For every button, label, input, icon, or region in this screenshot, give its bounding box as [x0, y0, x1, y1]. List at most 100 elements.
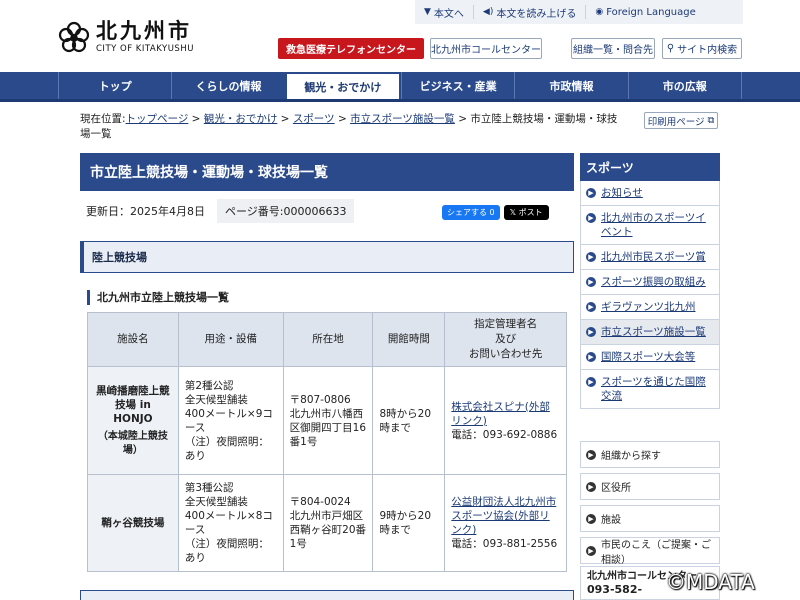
- breadcrumb-separator: >: [188, 113, 204, 125]
- read-aloud-label: 本文を読み上げる: [496, 8, 577, 20]
- facebook-share-button[interactable]: シェアする 0: [442, 205, 500, 220]
- nav-living[interactable]: くらしの情報: [171, 72, 284, 99]
- share-buttons: シェアする 0 𝕏 ポスト: [442, 205, 549, 220]
- breadcrumb-separator: >: [277, 113, 293, 125]
- breadcrumb-prefix: 現在位置:: [80, 113, 126, 125]
- arrow-right-icon: ▶: [586, 514, 596, 524]
- logo-text-jp: 北九州市: [96, 19, 192, 43]
- sidebar-heading: スポーツ: [580, 153, 720, 181]
- arrow-right-icon: ▶: [586, 482, 596, 492]
- facility-name-cell: 鞘ヶ谷競技場: [87, 474, 179, 572]
- foreign-language-link[interactable]: ◉ Foreign Language: [586, 5, 704, 19]
- skip-to-content-link[interactable]: ▼ 本文へ: [415, 5, 474, 20]
- hours-cell: 9時から20時まで: [372, 474, 446, 572]
- address-cell: 〒804-0024 北九州市戸畑区西鞘ヶ谷町20番1号: [282, 474, 374, 572]
- logo-text-en: CITY OF KITAKYUSHU: [96, 44, 194, 54]
- sidebar-item-label: スポーツ振興の取組み: [601, 276, 706, 288]
- page-title: 市立陸上競技場・運動場・球技場一覧: [80, 153, 574, 191]
- org-list-button[interactable]: 組織一覧・問合先: [571, 38, 655, 59]
- sidebar-item-label: 国際スポーツ大会等: [601, 351, 696, 363]
- hours-cell: 8時から20時まで: [372, 366, 446, 475]
- external-window-icon: ⧉: [707, 115, 715, 126]
- sidebar-link-facilities[interactable]: ▶ 施設: [580, 505, 720, 532]
- arrow-right-icon: ▶: [586, 302, 596, 312]
- site-logo[interactable]: 北九州市 CITY OF KITAKYUSHU: [58, 20, 194, 54]
- nav-tourism[interactable]: 観光・おでかけ: [284, 72, 401, 99]
- arrow-right-icon: ▶: [586, 188, 596, 198]
- col-header-hours: 開館時間: [372, 312, 446, 367]
- x-post-button[interactable]: 𝕏 ポスト: [503, 205, 549, 220]
- nav-business[interactable]: ビジネス・産業: [400, 72, 514, 99]
- sidebar-item-intl-events[interactable]: ▶ 国際スポーツ大会等: [580, 345, 720, 370]
- sidebar-link-citizen-voice[interactable]: ▶ 市民のこえ（ご提案・ご相談）: [580, 537, 720, 566]
- col-header-name: 施設名: [87, 312, 179, 367]
- read-aloud-link[interactable]: ◀) 本文を読み上げる: [474, 5, 587, 20]
- manager-link[interactable]: 株式会社スピナ(外部リンク): [451, 401, 550, 427]
- breadcrumb-link-facilities[interactable]: 市立スポーツ施設一覧: [350, 113, 455, 125]
- sidebar-item-label: 北九州市民スポーツ賞: [601, 251, 706, 263]
- arrow-right-icon: ▶: [586, 252, 596, 262]
- nav-public-relations[interactable]: 市の広報: [627, 72, 742, 99]
- sidebar-item-award[interactable]: ▶ 北九州市民スポーツ賞: [580, 245, 720, 270]
- call-center-button[interactable]: 北九州市コールセンター: [430, 38, 542, 59]
- sidebar-link-ward-office[interactable]: ▶ 区役所: [580, 473, 720, 500]
- sidebar-item-label: 市立スポーツ施設一覧: [601, 326, 706, 338]
- sidebar-link-label: 組織から探す: [601, 451, 661, 462]
- arrow-right-icon: ▶: [586, 377, 596, 387]
- col-header-use: 用途・設備: [177, 312, 284, 367]
- breadcrumb-separator: >: [334, 113, 351, 125]
- globe-icon: ◉: [595, 7, 604, 17]
- facility-table: 施設名 用途・設備 所在地 開館時間 指定管理者名 及び お問い合わせ先 黒崎播…: [87, 312, 567, 572]
- sidebar-item-label: ギラヴァンツ北九州: [601, 301, 696, 313]
- sidebar-item-label: 北九州市のスポーツイベント: [601, 212, 706, 238]
- nav-top[interactable]: トップ: [58, 72, 171, 99]
- subsection-heading: 北九州市立陸上競技場一覧: [87, 290, 229, 305]
- sidebar-item-label: スポーツを通じた国際交流: [601, 376, 706, 402]
- arrow-right-icon: ▶: [586, 352, 596, 362]
- sidebar-link-label: 市民のこえ（ご提案・ご相談）: [601, 539, 711, 566]
- skip-label: 本文へ: [433, 8, 464, 20]
- print-label: 印刷用ページ: [647, 116, 705, 128]
- sidebar-item-intl-exchange[interactable]: ▶ スポーツを通じた国際交流: [580, 370, 720, 409]
- foreign-language-label: Foreign Language: [606, 6, 696, 18]
- updated-date: 更新日：2025年4月8日: [86, 205, 205, 218]
- sidebar-item-news[interactable]: ▶ お知らせ: [580, 181, 720, 206]
- utility-bar: ▼ 本文へ ◀) 本文を読み上げる ◉ Foreign Language: [415, 0, 743, 24]
- page-number: ページ番号:000006633: [217, 199, 355, 223]
- site-search-button[interactable]: ⚲ サイト内検索: [662, 38, 742, 59]
- next-section-heading: [80, 590, 574, 600]
- breadcrumb-separator: >: [454, 113, 471, 125]
- sidebar-link-org-search[interactable]: ▶ 組織から探す: [580, 441, 720, 468]
- col-header-manager: 指定管理者名 及び お問い合わせ先: [444, 312, 567, 367]
- sidebar-link-label: 施設: [601, 515, 621, 526]
- sidebar: スポーツ ▶ お知らせ ▶ 北九州市のスポーツイベント ▶ 北九州市民スポーツ賞 ▶ ス…: [580, 153, 720, 409]
- facility-name: 黒崎播磨陸上競技場 in HONJO: [96, 384, 170, 425]
- manager-link[interactable]: 公益財団法人北九州市スポーツ協会(外部リンク): [451, 496, 556, 536]
- x-post-label: ポスト: [518, 208, 543, 217]
- sidebar-link-label: 区役所: [601, 483, 631, 494]
- facility-alt-name: （本城陸上競技場）: [97, 430, 168, 456]
- sidebar-item-giravanz[interactable]: ▶ ギラヴァンツ北九州: [580, 295, 720, 320]
- table-row: 鞘ヶ谷競技場 第3種公認 全天候型舗装 400メートル×8コース （注）夜間照明…: [87, 474, 567, 572]
- speaker-icon: ◀): [482, 7, 494, 17]
- use-cell: 第2種公認 全天候型舗装 400メートル×9コース （注）夜間照明：あり: [177, 366, 284, 475]
- x-logo-icon: 𝕏: [509, 208, 519, 217]
- sidebar-item-facilities[interactable]: ▶ 市立スポーツ施設一覧: [580, 320, 720, 345]
- section-heading: 陸上競技場: [80, 241, 574, 273]
- manager-tel: 電話：093-881-2556: [451, 538, 558, 550]
- emergency-telephone-button[interactable]: 救急医療テレフォンセンター: [278, 38, 424, 59]
- print-page-button[interactable]: 印刷用ページ ⧉: [644, 112, 718, 129]
- sidebar-item-promotion[interactable]: ▶ スポーツ振興の取組み: [580, 270, 720, 295]
- manager-tel: 電話：093-692-0886: [451, 428, 558, 441]
- sidebar-item-events[interactable]: ▶ 北九州市のスポーツイベント: [580, 206, 720, 245]
- city-emblem-icon: [58, 21, 90, 53]
- breadcrumb-link-top[interactable]: トップページ: [126, 113, 189, 125]
- breadcrumb-link-tourism[interactable]: 観光・おでかけ: [204, 113, 278, 125]
- breadcrumb-link-sports[interactable]: スポーツ: [293, 113, 335, 125]
- nav-city-info[interactable]: 市政情報: [514, 72, 627, 99]
- use-cell: 第3種公認 全天候型舗装 400メートル×8コース （注）夜間照明：あり: [177, 474, 284, 572]
- facility-name: 鞘ヶ谷競技場: [101, 517, 165, 529]
- table-header-row: 施設名 用途・設備 所在地 開館時間 指定管理者名 及び お問い合わせ先: [87, 312, 567, 367]
- search-icon: ⚲: [666, 43, 675, 54]
- arrow-right-icon: ▶: [586, 327, 596, 337]
